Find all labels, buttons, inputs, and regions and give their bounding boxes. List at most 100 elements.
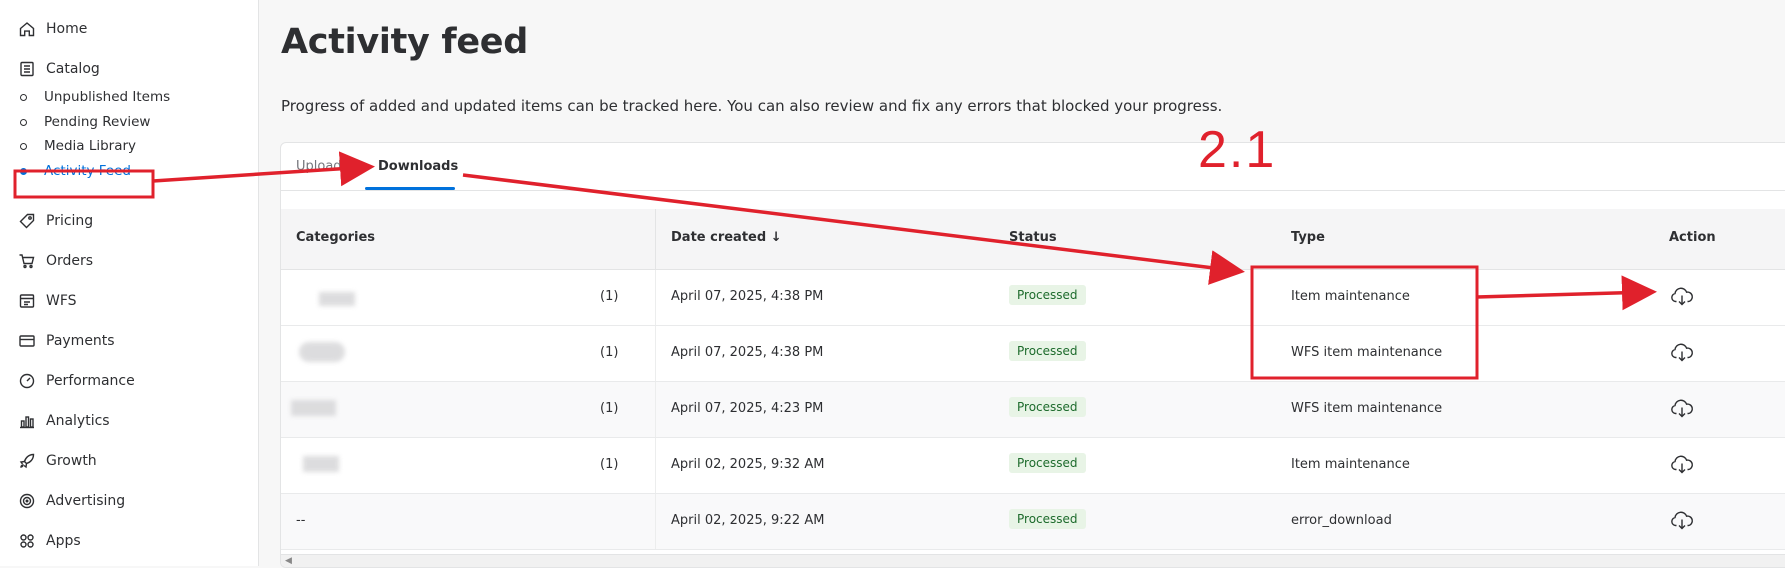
status-badge: Processed <box>1009 285 1086 305</box>
sidebar-item-label: Pricing <box>46 213 94 229</box>
table-header: Categories Date created ↓ Status Type Ac… <box>281 209 1785 270</box>
table-row: (1) April 07, 2025, 4:38 PM Processed It… <box>281 270 1785 326</box>
sidebar-item-advertising[interactable]: Advertising <box>18 490 125 512</box>
tab-uploads[interactable]: Uploads <box>296 159 348 174</box>
column-divider <box>655 494 656 549</box>
category-count: (1) <box>600 289 619 304</box>
column-divider <box>655 209 656 269</box>
activity-feed-card: Uploads Downloads ? Categories Date crea… <box>280 142 1785 568</box>
bullet-icon <box>20 93 27 101</box>
cloud-download-icon[interactable] <box>1669 340 1695 366</box>
active-tab-indicator <box>365 187 455 190</box>
date-created-cell: April 07, 2025, 4:38 PM <box>671 345 824 360</box>
column-header-status: Status <box>1009 230 1057 245</box>
category-count: (1) <box>600 457 619 472</box>
sidebar-item-performance[interactable]: Performance <box>18 370 135 392</box>
cloud-download-icon[interactable] <box>1669 452 1695 478</box>
price-tag-icon <box>18 212 36 230</box>
sidebar-item-home[interactable]: Home <box>18 18 87 40</box>
table-row: (1) April 02, 2025, 9:32 AM Processed It… <box>281 438 1785 494</box>
apps-grid-icon <box>18 532 36 550</box>
category-cell: -- <box>296 513 306 528</box>
type-cell: Item maintenance <box>1291 457 1410 472</box>
sidebar-item-label: Growth <box>46 453 97 469</box>
column-header-date-created[interactable]: Date created ↓ <box>671 230 782 245</box>
date-created-cell: April 07, 2025, 4:38 PM <box>671 289 824 304</box>
sidebar-subitem-label: Pending Review <box>44 114 151 130</box>
target-icon <box>18 492 36 510</box>
annotation-step-label: 2.1 <box>1198 121 1277 179</box>
sidebar-item-label: Analytics <box>46 413 110 429</box>
gauge-icon <box>18 372 36 390</box>
date-created-cell: April 02, 2025, 9:32 AM <box>671 457 825 472</box>
category-count: (1) <box>600 345 619 360</box>
status-badge: Processed <box>1009 341 1086 361</box>
category-count: (1) <box>600 401 619 416</box>
sidebar-subitem-label: Media Library <box>44 138 137 154</box>
sidebar-item-label: Home <box>46 21 88 37</box>
column-divider <box>655 326 656 381</box>
column-divider <box>655 382 656 437</box>
page-subtitle: Progress of added and updated items can … <box>281 97 1223 115</box>
sidebar-item-apps[interactable]: Apps <box>18 530 81 552</box>
sidebar-item-label: Catalog <box>46 61 100 77</box>
sidebar-item-label: Performance <box>46 373 135 389</box>
sidebar-item-growth[interactable]: Growth <box>18 450 97 472</box>
cloud-download-icon[interactable] <box>1669 284 1695 310</box>
type-cell: WFS item maintenance <box>1291 345 1443 360</box>
status-badge: Processed <box>1009 453 1086 473</box>
status-badge: Processed <box>1009 509 1086 529</box>
sidebar-subitem-unpublished-items[interactable]: Unpublished Items <box>20 87 170 107</box>
main-content: Activity feed Progress of added and upda… <box>258 0 1785 568</box>
date-created-cell: April 02, 2025, 9:22 AM <box>671 513 825 528</box>
sidebar-item-payments[interactable]: Payments <box>18 330 115 352</box>
redacted-category <box>319 292 355 306</box>
cloud-download-icon[interactable] <box>1669 396 1695 422</box>
catalog-icon <box>18 60 36 78</box>
sidebar-item-wfs[interactable]: WFS <box>18 290 77 312</box>
sidebar-item-analytics[interactable]: Analytics <box>18 410 110 432</box>
cloud-download-icon[interactable] <box>1669 508 1695 534</box>
sidebar-subitem-label: Unpublished Items <box>44 89 171 105</box>
column-divider <box>655 438 656 493</box>
table-row: -- April 02, 2025, 9:22 AM Processed err… <box>281 494 1785 550</box>
sidebar-subitem-media-library[interactable]: Media Library <box>20 136 136 156</box>
column-divider <box>655 270 656 325</box>
sidebar-item-orders[interactable]: Orders <box>18 250 93 272</box>
column-header-categories: Categories <box>296 230 376 245</box>
cart-icon <box>18 252 36 270</box>
redacted-category <box>291 400 336 416</box>
wfs-icon <box>18 292 36 310</box>
sidebar-item-label: Apps <box>46 533 81 549</box>
sidebar-subitem-pending-review[interactable]: Pending Review <box>20 112 150 132</box>
date-created-cell: April 07, 2025, 4:23 PM <box>671 401 824 416</box>
bullet-icon <box>20 118 27 126</box>
sidebar-item-pricing[interactable]: Pricing <box>18 210 93 232</box>
horizontal-scrollbar[interactable]: ◀ <box>281 554 1785 567</box>
tab-downloads[interactable]: Downloads <box>378 159 458 174</box>
sidebar: Home Catalog Unpublished Items Pending R… <box>0 0 259 566</box>
bullet-icon <box>20 142 27 150</box>
downloads-table: Categories Date created ↓ Status Type Ac… <box>281 209 1785 550</box>
sidebar-subitem-activity-feed[interactable]: Activity Feed <box>20 161 131 181</box>
sidebar-item-label: Advertising <box>46 493 126 509</box>
bar-chart-icon <box>18 412 36 430</box>
column-header-action: Action <box>1669 230 1716 245</box>
page-title: Activity feed <box>281 22 528 62</box>
type-cell: WFS item maintenance <box>1291 401 1443 416</box>
credit-card-icon <box>18 332 36 350</box>
status-badge: Processed <box>1009 397 1086 417</box>
rocket-icon <box>18 452 36 470</box>
redacted-category <box>303 456 339 472</box>
tab-bar: Uploads Downloads ? <box>281 143 1785 191</box>
table-row: (1) April 07, 2025, 4:38 PM Processed WF… <box>281 326 1785 382</box>
bullet-icon <box>20 167 27 175</box>
sidebar-item-label: Payments <box>46 333 115 349</box>
scroll-left-icon[interactable]: ◀ <box>285 556 292 566</box>
table-row: (1) April 07, 2025, 4:23 PM Processed WF… <box>281 382 1785 438</box>
sidebar-item-label: Orders <box>46 253 94 269</box>
home-icon <box>18 20 36 38</box>
sidebar-subitem-label: Activity Feed <box>44 163 131 179</box>
column-header-type: Type <box>1291 230 1325 245</box>
sidebar-item-catalog[interactable]: Catalog <box>18 58 100 80</box>
